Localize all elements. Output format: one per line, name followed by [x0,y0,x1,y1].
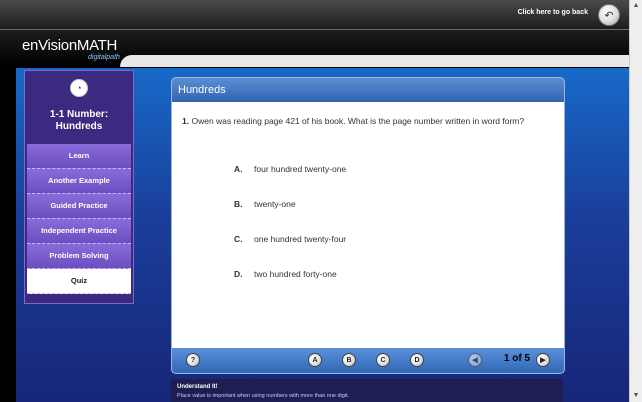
page-indicator: 1 of 5 [503,353,530,364]
quiz-card: Hundreds 1. Owen was reading page 421 of… [171,77,565,374]
answer-d[interactable]: D. two hundred forty-one [234,269,337,279]
back-button[interactable]: ↶ [598,4,620,26]
scrollbar[interactable]: ▲ ▼ [629,0,642,402]
choice-b-button[interactable]: B [342,353,356,367]
understand-title: Understand It! [177,384,218,390]
understand-it-panel: Understand It! Place value is important … [171,379,563,402]
top-bar: Click here to go back ↶ [0,0,630,30]
lesson-title: 1-1 Number: Hundreds [49,109,109,132]
sidebar-menu: Learn Another Example Guided Practice In… [27,144,131,294]
scroll-up-icon[interactable]: ▲ [631,1,641,11]
choice-c-button[interactable]: C [376,353,390,367]
sidebar-item-problem-solving[interactable]: Problem Solving [27,244,131,269]
sidebar-item-quiz[interactable]: Quiz [27,269,131,294]
logo: enVisionMATH [22,37,117,54]
sidebar-item-independent-practice[interactable]: Independent Practice [27,219,131,244]
answer-text: one hundred twenty-four [254,234,347,244]
card-footer: ? A B C D ◀ 1 of 5 ▶ [172,348,564,373]
card-title: Hundreds [172,78,564,102]
answer-b[interactable]: B. twenty-one [234,199,296,209]
understand-text: Place value is important when using numb… [177,393,350,399]
logo-main: enVisionMATH [22,37,118,54]
question-number: 1. [182,116,190,126]
sidebar-item-another-example[interactable]: Another Example [27,169,131,194]
question: 1. Owen was reading page 421 of his book… [182,116,554,127]
header-strip [120,55,630,67]
choice-d-button[interactable]: D [410,353,424,367]
answer-letter: C. [234,234,243,244]
back-label[interactable]: Click here to go back [518,9,588,16]
answer-letter: D. [234,269,243,279]
answer-text: two hundred forty-one [254,269,337,279]
sidebar: ◔ 1-1 Number: Hundreds Learn Another Exa… [24,70,134,304]
sidebar-item-learn[interactable]: Learn [27,144,131,169]
choice-a-button[interactable]: A [308,353,322,367]
help-button[interactable]: ? [186,353,200,367]
answer-a[interactable]: A. four hundred twenty-one [234,164,346,174]
logo-sub: digitalpath [88,54,120,61]
home-icon[interactable]: ◔ [70,79,88,97]
prev-icon[interactable]: ◀ [468,353,482,367]
answer-letter: A. [234,164,243,174]
answer-text: twenty-one [254,199,296,209]
question-text: Owen was reading page 421 of his book. W… [191,116,525,126]
next-icon[interactable]: ▶ [536,353,550,367]
scroll-down-icon[interactable]: ▼ [631,391,641,401]
sidebar-item-guided-practice[interactable]: Guided Practice [27,194,131,219]
answer-letter: B. [234,199,243,209]
answer-text: four hundred twenty-one [254,164,347,174]
answer-c[interactable]: C. one hundred twenty-four [234,234,346,244]
